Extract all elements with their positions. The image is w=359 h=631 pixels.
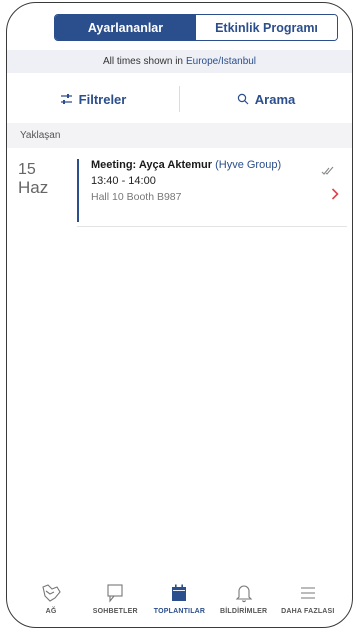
meeting-title: Meeting: Ayça Aktemur [91, 159, 213, 171]
app-screen: Ayarlananlar Etkinlik Programı All times… [6, 2, 353, 628]
menu-icon [299, 581, 317, 605]
network-icon [40, 581, 62, 605]
segmented-control: Ayarlananlar Etkinlik Programı [54, 14, 338, 41]
nav-label-network: AĞ [45, 608, 57, 615]
search-icon [237, 93, 249, 105]
meeting-month: Haz [18, 178, 49, 197]
filters-button[interactable]: Filtreler [7, 80, 179, 118]
meeting-location: Hall 10 Booth B987 [91, 191, 182, 203]
search-button[interactable]: Arama [180, 80, 352, 118]
meeting-title-line: Meeting: Ayça Aktemur (Hyve Group) [91, 159, 319, 171]
chat-icon [104, 581, 126, 605]
timezone-prefix: All times shown in [102, 56, 183, 67]
section-header-upcoming: Yaklaşan [7, 123, 352, 148]
nav-item-meetings[interactable]: TOPLANTILAR [149, 581, 209, 627]
nav-label-meetings: TOPLANTILAR [153, 608, 206, 615]
meeting-company: (Hyve Group) [215, 159, 282, 171]
meeting-list-item[interactable]: 15 Haz Meeting: Ayça Aktemur (Hyve Group… [7, 153, 352, 228]
double-check-icon [321, 163, 335, 181]
bottom-navigation: AĞ SOHBETLER TOPLANTILAR BİLDİRİMLER DAH… [7, 581, 352, 627]
nav-item-more[interactable]: DAHA FAZLASI [278, 581, 338, 627]
tab-etkinlik-programi[interactable]: Etkinlik Programı [196, 15, 337, 40]
nav-label-notifications: BİLDİRİMLER [220, 608, 268, 615]
meeting-accent-bar [77, 159, 79, 222]
nav-label-more: DAHA FAZLASI [281, 608, 335, 615]
nav-label-chats: SOHBETLER [92, 608, 138, 615]
filters-label: Filtreler [78, 91, 127, 107]
search-label: Arama [254, 91, 296, 107]
action-row: Filtreler Arama [7, 80, 352, 118]
tab-ayarlananlar[interactable]: Ayarlananlar [55, 15, 196, 40]
chevron-right-icon[interactable] [331, 184, 339, 205]
meeting-info: Meeting: Ayça Aktemur (Hyve Group) 13:40… [91, 159, 319, 203]
timezone-banner: All times shown in Europe/Istanbul [7, 50, 352, 73]
list-separator [77, 226, 347, 227]
meeting-date: 15 Haz [18, 161, 68, 198]
calendar-icon [169, 581, 189, 605]
timezone-link[interactable]: Europe/Istanbul [186, 56, 256, 67]
nav-item-chats[interactable]: SOHBETLER [85, 581, 145, 627]
bell-icon [234, 581, 254, 605]
nav-item-network[interactable]: AĞ [21, 581, 81, 627]
nav-item-notifications[interactable]: BİLDİRİMLER [214, 581, 274, 627]
meeting-day: 15 [18, 161, 36, 178]
filter-icon [60, 93, 73, 105]
meeting-time: 13:40 - 14:00 [91, 175, 156, 187]
